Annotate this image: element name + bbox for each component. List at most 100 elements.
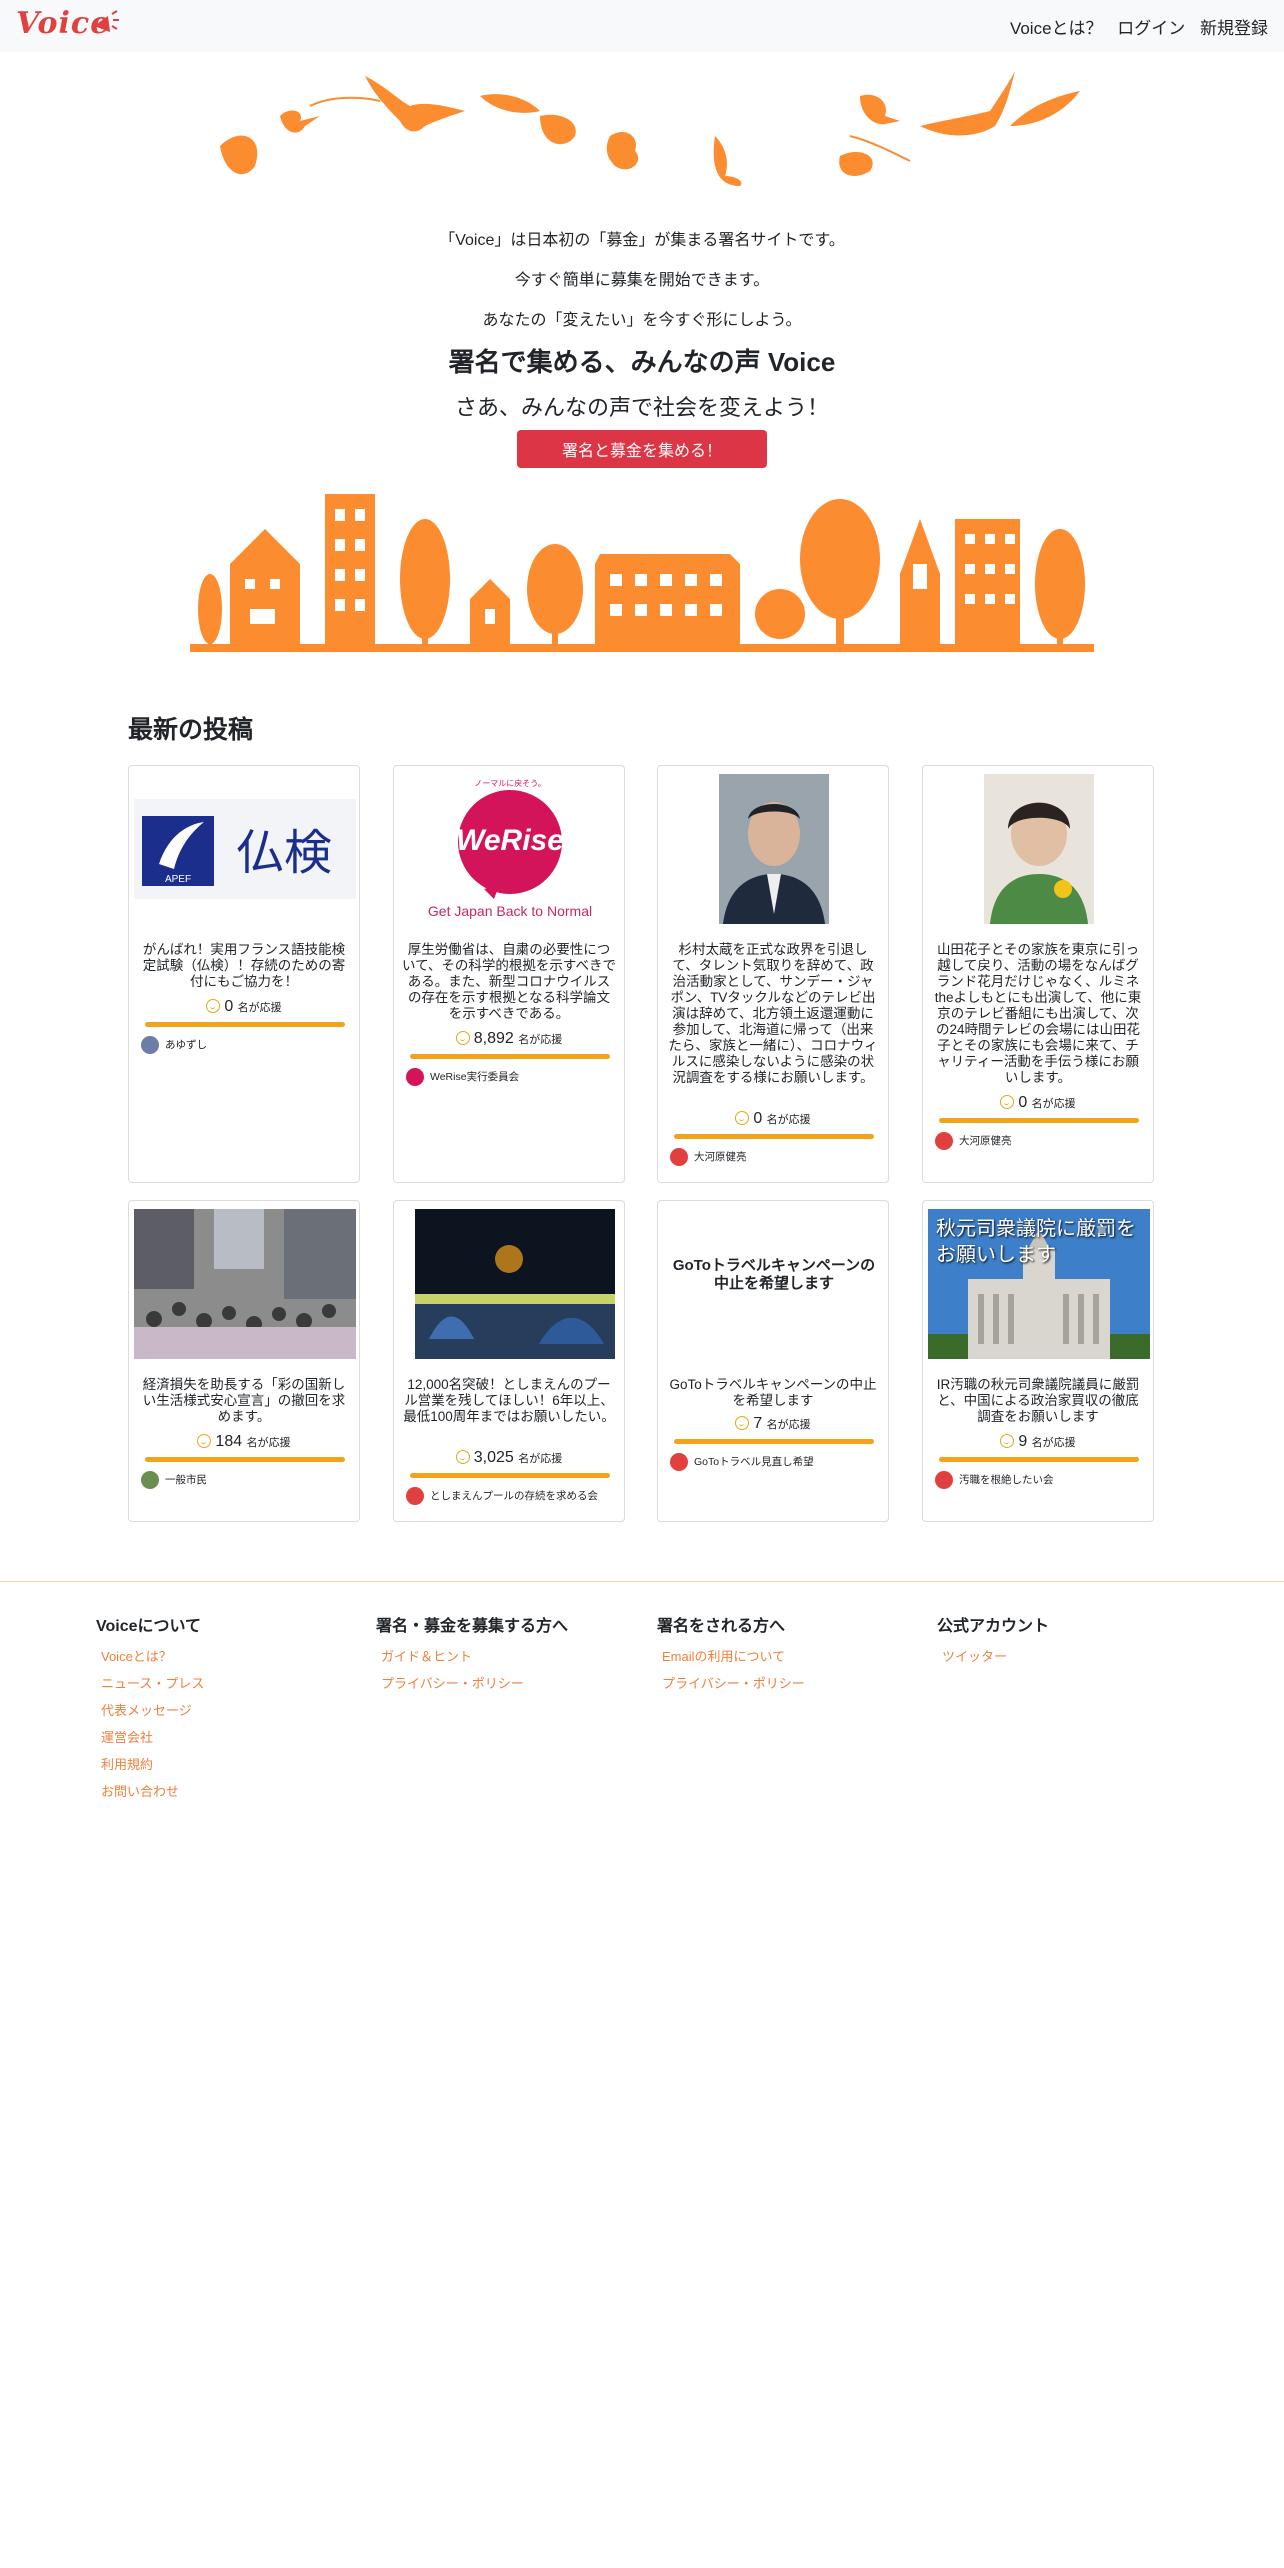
smile-icon <box>735 1111 750 1125</box>
footer-link[interactable]: ニュース・プレス <box>101 1673 204 1692</box>
hero-line-2: 今すぐ簡単に募集を開始できます。 <box>514 272 770 289</box>
post-image <box>928 774 1150 924</box>
post-title[interactable]: 杉村太蔵を正式な政界を引退して、タレント気取りを辞めて、政治活動家として、サンデ… <box>666 942 880 1086</box>
town-illustration <box>190 494 1094 652</box>
smile-icon <box>1000 1095 1015 1109</box>
footer-column-title: 公式アカウント <box>937 1618 1050 1635</box>
hero-subheadline: さあ、みんなの声で社会を変えよう！ <box>454 395 829 420</box>
support-count: 3,025 名が応援 <box>394 1449 624 1467</box>
support-count: 0 名が応援 <box>129 998 359 1016</box>
post-title[interactable]: がんばれ！実用フランス語技能検定試験（仏検）！存続のための寄付にもご協力を！ <box>137 942 351 990</box>
avatar <box>670 1453 688 1471</box>
post-author[interactable]: 一般市民 <box>141 1471 207 1489</box>
post-card[interactable]: GoToトラベルキャンペーンの中止を希望します GoToトラベルキャンペーンの中… <box>657 1200 889 1522</box>
smile-icon <box>1000 1434 1015 1448</box>
hero-line-3: あなたの「変えたい」を今すぐ形にしよう。 <box>482 312 802 329</box>
smile-icon <box>206 999 221 1013</box>
latest-posts-title: 最新の投稿 <box>128 716 254 744</box>
progress-bar <box>410 1054 610 1059</box>
post-author[interactable]: としまえんプールの存続を求める会 <box>406 1487 598 1505</box>
support-count: 0 名が応援 <box>658 1110 888 1128</box>
footer-link[interactable]: プライバシー・ポリシー <box>662 1673 805 1692</box>
post-image <box>399 1209 621 1359</box>
nav-link-signup[interactable]: 新規登録 <box>1200 19 1268 38</box>
avatar <box>670 1148 688 1166</box>
footer-divider <box>0 1581 1284 1582</box>
post-card[interactable]: 杉村太蔵を正式な政界を引退して、タレント気取りを辞めて、政治活動家として、サンデ… <box>657 765 889 1183</box>
post-image-top: ノーマルに戻そう。 <box>474 778 546 788</box>
post-image <box>134 1209 356 1359</box>
post-author[interactable]: 大河原健亮 <box>935 1132 1012 1150</box>
nav-link-login[interactable]: ログイン <box>1117 19 1185 38</box>
post-card[interactable]: 経済損失を助長する「彩の国新しい生活様式安心宣言」の撤回を求めます。 184 名… <box>128 1200 360 1522</box>
progress-bar <box>939 1118 1139 1123</box>
footer-link-twitter[interactable]: ツイッター <box>942 1646 1049 1665</box>
footer-column-signers: 署名をされる方へ Emailの利用について プライバシー・ポリシー <box>657 1612 805 1700</box>
post-image-sub: Get Japan Back to Normal <box>428 903 592 919</box>
post-title[interactable]: 山田花子とその家族を東京に引っ越して戻り、活動の場をなんばグランド花月だけじゃな… <box>931 942 1145 1086</box>
footer-link[interactable]: 利用規約 <box>101 1754 204 1773</box>
post-title[interactable]: IR汚職の秋元司衆議院議員に厳罰と、中国による政治家買収の徹底調査をお願いします <box>931 1377 1145 1425</box>
footer-link[interactable]: 運営会社 <box>101 1727 204 1746</box>
post-author[interactable]: 大河原健亮 <box>670 1148 747 1166</box>
footer-column-title: Voiceについて <box>96 1618 202 1635</box>
post-author[interactable]: あゆずし <box>141 1036 207 1054</box>
post-image-text: 秋元司衆議院に厳罰をお願いします <box>936 1216 1136 1266</box>
post-image: APEF 仏検 <box>134 774 356 924</box>
progress-bar <box>674 1134 874 1139</box>
post-author[interactable]: 汚職を根絶したい会 <box>935 1471 1054 1489</box>
smile-icon <box>197 1434 212 1448</box>
footer-link[interactable]: プライバシー・ポリシー <box>381 1673 568 1692</box>
footer-column-about: Voiceについて Voiceとは？ ニュース・プレス 代表メッセージ 運営会社… <box>96 1612 204 1808</box>
footer-link[interactable]: 代表メッセージ <box>101 1700 204 1719</box>
support-count: 0 名が応援 <box>923 1094 1153 1112</box>
post-card[interactable]: APEF 仏検 がんばれ！実用フランス語技能検定試験（仏検）！存続のための寄付に… <box>128 765 360 1183</box>
progress-bar <box>145 1022 345 1027</box>
footer-column-organizers: 署名・募金を募集する方へ ガイド＆ヒント プライバシー・ポリシー <box>376 1612 568 1700</box>
post-card[interactable]: 山田花子とその家族を東京に引っ越して戻り、活動の場をなんばグランド花月だけじゃな… <box>922 765 1154 1183</box>
post-card[interactable]: 12,000名突破！としまえんのプール営業を残してほしい！6年以上、最低100周… <box>393 1200 625 1522</box>
post-image: GoToトラベルキャンペーンの中止を希望します <box>663 1209 885 1359</box>
post-image-sub: APEF <box>165 874 191 885</box>
hero-birds-illustration <box>220 71 1080 186</box>
footer-link[interactable]: お問い合わせ <box>101 1781 204 1800</box>
progress-bar <box>410 1473 610 1478</box>
progress-bar <box>674 1439 874 1444</box>
post-image: 秋元司衆議院に厳罰をお願いします <box>928 1209 1150 1359</box>
post-image-text: WeRise <box>456 824 564 857</box>
post-card[interactable]: 秋元司衆議院に厳罰をお願いします IR汚職の秋元司衆議院議員に厳罰と、中国による… <box>922 1200 1154 1522</box>
post-card[interactable]: ノーマルに戻そう。 WeRise Get Japan Back to Norma… <box>393 765 625 1183</box>
nav-links: Voiceとは？ ログイン 新規登録 <box>1000 14 1268 39</box>
footer-column-title: 署名をされる方へ <box>657 1618 786 1635</box>
support-count: 9 名が応援 <box>923 1433 1153 1451</box>
smile-icon <box>455 1031 470 1045</box>
progress-bar <box>939 1457 1139 1462</box>
support-count: 8,892 名が応援 <box>394 1030 624 1048</box>
post-title[interactable]: 厚生労働省は、自粛の必要性について、その科学的根拠を示すべきである。また、新型コ… <box>402 942 616 1022</box>
start-campaign-button[interactable]: 署名と募金を集める！ <box>517 430 767 468</box>
footer-column-title: 署名・募金を募集する方へ <box>376 1618 569 1635</box>
hero-headline: 署名で集める、みんなの声 Voice <box>448 347 836 377</box>
post-title[interactable]: 12,000名突破！としまえんのプール営業を残してほしい！6年以上、最低100周… <box>402 1377 616 1425</box>
smile-icon <box>455 1450 470 1464</box>
post-author[interactable]: WeRise実行委員会 <box>406 1068 519 1086</box>
post-author[interactable]: GoToトラベル見直し希望 <box>670 1453 814 1471</box>
avatar <box>141 1471 159 1489</box>
megaphone-icon <box>94 10 119 32</box>
footer-link[interactable]: Voiceとは？ <box>101 1646 204 1665</box>
navbar: Voice Voiceとは？ ログイン 新規登録 <box>0 0 1284 52</box>
post-title[interactable]: GoToトラベルキャンペーンの中止を希望します <box>666 1377 880 1409</box>
footer-link[interactable]: Emailの利用について <box>662 1646 805 1665</box>
post-title[interactable]: 経済損失を助長する「彩の国新しい生活様式安心宣言」の撤回を求めます。 <box>137 1377 351 1425</box>
support-count: 7 名が応援 <box>658 1415 888 1433</box>
support-count: 184 名が応援 <box>129 1433 359 1451</box>
smile-icon <box>735 1416 750 1430</box>
avatar <box>141 1036 159 1054</box>
post-image <box>663 774 885 924</box>
post-image-text: GoToトラベルキャンペーンの中止を希望します <box>672 1257 876 1292</box>
progress-bar <box>145 1457 345 1462</box>
footer-link[interactable]: ガイド＆ヒント <box>381 1646 568 1665</box>
footer-column-official: 公式アカウント ツイッター <box>937 1612 1049 1673</box>
nav-link-about[interactable]: Voiceとは？ <box>1010 19 1103 38</box>
hero-line-1: 「Voice」は日本初の「募金」が集まる署名サイトです。 <box>439 232 845 249</box>
